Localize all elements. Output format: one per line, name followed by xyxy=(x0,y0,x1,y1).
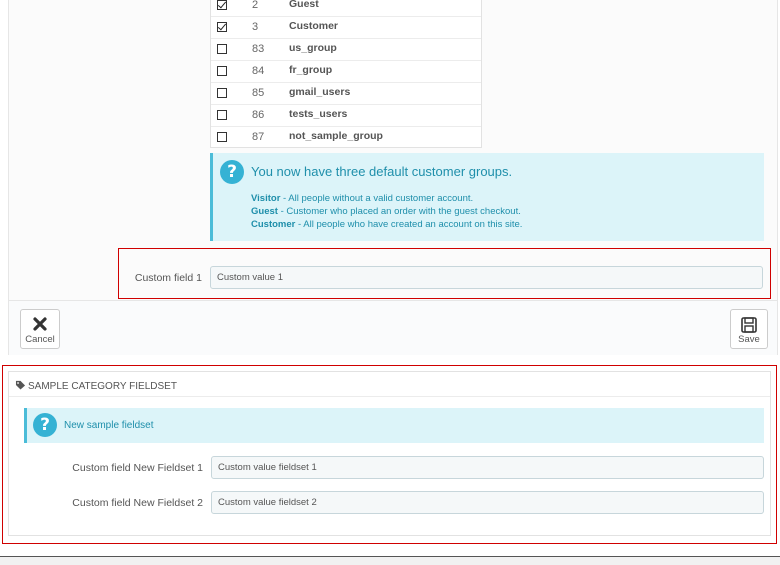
table-row: 84 fr_group xyxy=(211,61,481,83)
table-row: 87 not_sample_group xyxy=(211,127,481,149)
tag-icon xyxy=(15,380,26,390)
panel-heading: SAMPLE CATEGORY FIELDSET xyxy=(15,380,177,392)
save-button[interactable]: Save xyxy=(730,309,768,349)
form-footer: Cancel Save xyxy=(9,300,777,355)
table-row: 86 tests_users xyxy=(211,105,481,127)
alert-text: New sample fieldset xyxy=(64,420,154,431)
alert-title: You now have three default customer grou… xyxy=(251,164,513,179)
group-id: 87 xyxy=(252,131,265,143)
group-name: tests_users xyxy=(289,108,348,120)
custom-field-1-input[interactable] xyxy=(210,266,763,289)
table-row: 3 Customer xyxy=(211,17,481,39)
customer-groups-info-alert: ? You now have three default customer gr… xyxy=(210,153,764,241)
alert-line-customer: Customer - All people who have created a… xyxy=(251,219,523,230)
alert-line-guest: Guest - Customer who placed an order wit… xyxy=(251,206,521,217)
group-checkbox[interactable] xyxy=(217,110,227,120)
group-name: us_group xyxy=(289,42,337,54)
fieldset-field-2-label: Custom field New Fieldset 2 xyxy=(72,497,203,509)
close-icon xyxy=(33,317,47,331)
group-id: 85 xyxy=(252,87,265,99)
table-row: 85 gmail_users xyxy=(211,83,481,105)
panel-heading-divider xyxy=(9,396,770,397)
group-id: 86 xyxy=(252,109,265,121)
group-checkbox[interactable] xyxy=(217,44,227,54)
group-name: fr_group xyxy=(289,64,333,76)
table-row: 2 Guest xyxy=(211,0,481,17)
question-circle-icon: ? xyxy=(33,413,57,437)
cancel-button[interactable]: Cancel xyxy=(20,309,60,349)
group-id: 2 xyxy=(252,0,259,11)
group-checkbox[interactable] xyxy=(217,88,227,98)
group-name: Guest xyxy=(289,0,319,10)
group-checkbox[interactable] xyxy=(217,132,227,142)
alert-line-visitor: Visitor - All people without a valid cus… xyxy=(251,193,474,204)
save-label: Save xyxy=(738,334,760,345)
floppy-disk-icon xyxy=(741,317,757,333)
sample-category-fieldset-panel: SAMPLE CATEGORY FIELDSET ? New sample fi… xyxy=(8,371,771,536)
fieldset-field-2-input[interactable] xyxy=(211,491,764,514)
fieldset-field-1-label: Custom field New Fieldset 1 xyxy=(72,462,203,474)
group-name: gmail_users xyxy=(289,86,351,98)
cancel-label: Cancel xyxy=(25,334,55,345)
fieldset-field-1-input[interactable] xyxy=(211,456,764,479)
panel-title: SAMPLE CATEGORY FIELDSET xyxy=(28,381,177,392)
sample-fieldset-alert: ? New sample fieldset xyxy=(24,408,764,443)
group-id: 84 xyxy=(252,65,265,77)
custom-field-1-label: Custom field 1 xyxy=(134,272,202,284)
group-id: 3 xyxy=(252,21,259,33)
group-access-table: 2 Guest 3 Customer 83 us_group 84 fr_gro… xyxy=(210,0,482,148)
group-checkbox[interactable] xyxy=(217,0,227,10)
group-id: 83 xyxy=(252,43,265,55)
question-circle-icon: ? xyxy=(220,160,244,184)
group-name: not_sample_group xyxy=(289,130,383,142)
group-checkbox[interactable] xyxy=(217,22,227,32)
group-name: Customer xyxy=(289,20,339,32)
table-row: 83 us_group xyxy=(211,39,481,61)
group-checkbox[interactable] xyxy=(217,66,227,76)
